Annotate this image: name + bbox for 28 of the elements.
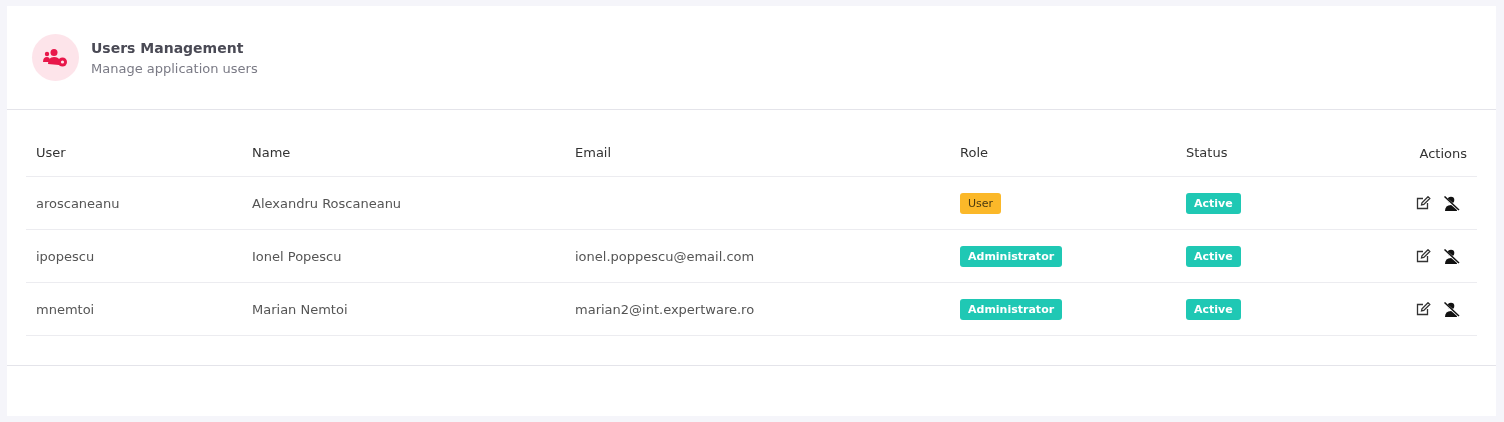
edit-icon[interactable] bbox=[1416, 302, 1431, 316]
table-cell: Alexandru Roscaneanu bbox=[252, 195, 402, 211]
column-header: Status bbox=[1185, 145, 1229, 160]
status-tag: Active bbox=[1186, 298, 1241, 320]
role-tag: Administrator bbox=[960, 245, 1063, 267]
table-cell: ipopescu bbox=[36, 248, 95, 264]
edit-icon[interactable] bbox=[1416, 249, 1431, 263]
role-tag: Administrator bbox=[960, 298, 1063, 320]
table-cell: Marian Nemtoi bbox=[252, 301, 348, 317]
page-subtitle: Manage application users bbox=[91, 60, 258, 76]
edit-icon[interactable] bbox=[1416, 196, 1431, 210]
column-header: User bbox=[35, 145, 67, 160]
table-cell: marian2@int.expertware.ro bbox=[575, 301, 755, 317]
page-title: Users Management bbox=[91, 39, 245, 56]
person-slash-icon[interactable] bbox=[1443, 248, 1460, 264]
status-tag: Active bbox=[1186, 192, 1241, 214]
column-header: Name bbox=[251, 145, 292, 160]
table-cell: mnemtoi bbox=[36, 301, 95, 317]
table-cell: ionel.poppescu@email.com bbox=[575, 248, 755, 264]
person-slash-icon[interactable] bbox=[1443, 195, 1460, 211]
role-tag: User bbox=[960, 192, 1002, 214]
table-cell: aroscaneanu bbox=[36, 195, 120, 211]
person-slash-icon[interactable] bbox=[1443, 301, 1460, 317]
column-header: Actions bbox=[1418, 145, 1468, 161]
column-header: Role bbox=[959, 145, 989, 160]
table-cell: Ionel Popescu bbox=[252, 248, 342, 264]
column-header: Email bbox=[574, 145, 613, 160]
status-tag: Active bbox=[1186, 245, 1241, 267]
